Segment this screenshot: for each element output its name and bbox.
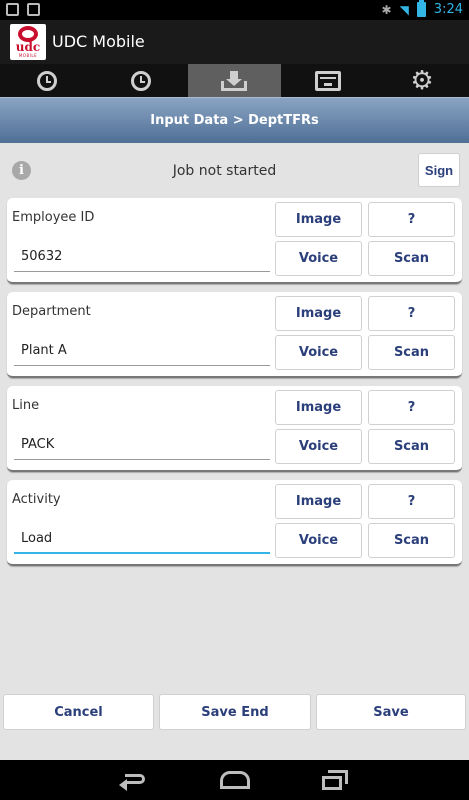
battery-icon [416,0,426,17]
save-end-button[interactable]: Save End [159,694,311,730]
app-title: UDC Mobile [52,32,145,51]
home-icon[interactable] [220,771,250,789]
department-input[interactable] [14,336,270,366]
clock-time: 3:24 [433,2,463,17]
image-button[interactable]: Image [275,202,362,237]
field-card-employee-id: Employee ID Image ? Voice Scan [7,198,462,284]
image-button[interactable]: Image [275,390,362,425]
cancel-button[interactable]: Cancel [3,694,154,730]
help-button[interactable]: ? [368,296,455,331]
breadcrumb: Input Data > DeptTFRs [0,97,469,143]
inbox-icon [315,70,342,91]
logo-subtext: MOBILE [18,53,38,58]
line-input[interactable] [14,430,270,460]
job-status-text: Job not started [172,163,277,179]
field-card-department: Department Image ? Voice Scan [7,292,462,378]
tab-inbox[interactable] [281,64,375,97]
help-button[interactable]: ? [368,202,455,237]
recent-apps-icon[interactable] [322,770,348,790]
scan-button[interactable]: Scan [368,523,455,558]
app-logo[interactable]: udc MOBILE [10,24,46,60]
tab-input-data[interactable] [187,64,282,97]
tab-clock-1[interactable] [0,64,94,97]
field-card-activity: Activity Image ? Voice Scan [7,480,462,566]
bluetooth-icon: ✱ [381,2,392,17]
voice-button[interactable]: Voice [275,429,362,464]
status-bar: ✱ ◥ 3:24 [0,0,469,20]
gear-icon: ⚙ [410,65,434,96]
download-tray-icon [221,70,248,91]
field-label: Line [12,398,40,413]
tab-clock-2[interactable] [94,64,188,97]
field-label: Department [12,304,91,319]
voice-button[interactable]: Voice [275,523,362,558]
scan-button[interactable]: Scan [368,429,455,464]
action-bar: udc MOBILE UDC Mobile [0,20,469,64]
field-label: Employee ID [12,210,95,225]
job-status-row: i Job not started Sign [0,143,469,195]
clock-icon [36,70,57,91]
voice-button[interactable]: Voice [275,335,362,370]
tab-settings[interactable]: ⚙ [375,64,469,97]
clock-icon [130,70,151,91]
image-notification-icon [6,3,19,16]
logo-text: udc [15,40,41,54]
scan-button[interactable]: Scan [368,335,455,370]
image-button[interactable]: Image [275,484,362,519]
wifi-icon: ◥ [399,2,409,17]
system-nav-bar [0,760,469,800]
employee-id-input[interactable] [14,242,270,272]
field-label: Activity [12,492,61,507]
help-button[interactable]: ? [368,484,455,519]
tab-bar: ⚙ [0,64,469,97]
field-card-line: Line Image ? Voice Scan [7,386,462,472]
image-button[interactable]: Image [275,296,362,331]
activity-input[interactable] [14,524,270,554]
sign-button[interactable]: Sign [418,153,460,187]
back-icon[interactable] [119,769,151,791]
scan-button[interactable]: Scan [368,241,455,276]
help-button[interactable]: ? [368,390,455,425]
clipboard-icon [27,3,40,16]
save-button[interactable]: Save [316,694,466,730]
voice-button[interactable]: Voice [275,241,362,276]
